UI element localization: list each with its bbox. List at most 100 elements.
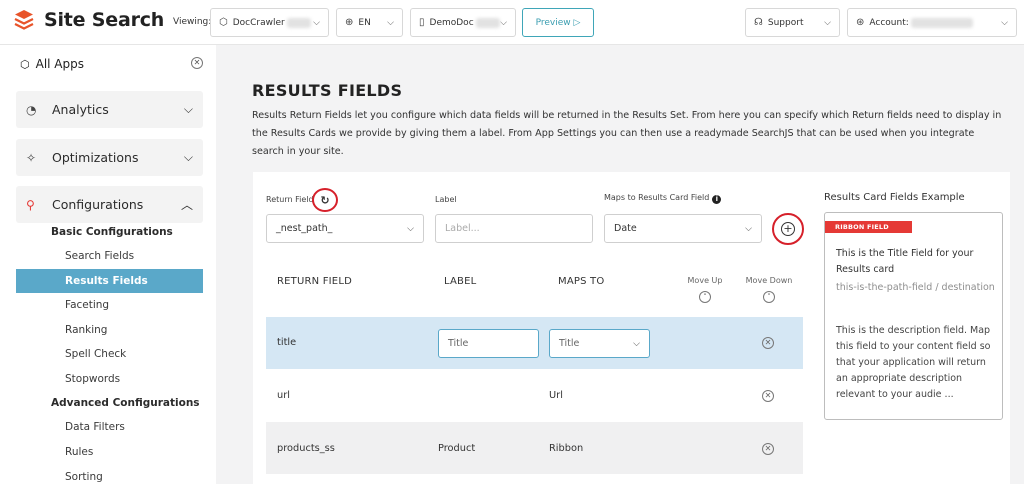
language-select[interactable]: ⊕ EN ⌵ [336,8,403,37]
sidebar-item-analytics[interactable]: ◔ Analytics ⌵ [16,91,203,128]
example-path-field: this-is-the-path-field / destination [836,282,995,293]
row-maps-to: Ribbon [549,443,584,454]
sidebar-item-results-fields[interactable]: Results Fields [16,269,203,293]
sidebar-item-label: Optimizations [52,150,139,165]
sidebar-item-spell-check[interactable]: Spell Check [16,342,203,366]
return-field-select-value: _nest_path_ [276,223,333,234]
chevron-down-icon: ⌵ [745,223,752,234]
row-maps-to-value: Title [559,338,580,349]
column-header-move-down: Move Down [745,276,793,285]
chevron-up-circle-icon: ˄ [699,291,711,303]
remove-row-icon[interactable]: ✕ [762,390,774,402]
sidebar-item-data-filters[interactable]: Data Filters [16,415,203,439]
redacted-text [910,17,973,28]
ribbon-field: RIBBON FIELD [825,221,912,233]
row-return-field: title [277,337,297,348]
preview-button[interactable]: Preview ▷ [522,8,594,37]
brand[interactable]: Site Search [14,9,164,31]
account-label: Account: [869,17,909,28]
support-label: Support [767,17,804,28]
search-icon: ⚲ [26,197,35,212]
sidebar-item-label: Analytics [52,102,109,117]
redacted-text [475,17,501,28]
maps-field-label: Maps to Results Card Field i [604,193,722,204]
maps-to-select-value: Date [614,223,637,234]
document-icon: ▯ [419,17,425,28]
site-search-logo-icon [14,10,34,30]
page-description: Results Return Fields let you configure … [252,110,1002,157]
globe-icon: ⊕ [345,17,354,28]
maps-field-label-text: Maps to Results Card Field [604,193,710,202]
remove-row-icon[interactable]: ✕ [762,337,774,349]
info-icon[interactable]: i [712,195,722,204]
advanced-configurations-heading: Advanced Configurations [51,397,200,409]
language-select-value: EN [358,17,371,28]
row-return-field: url [277,390,290,401]
cube-icon: ⬡ [219,17,228,28]
example-heading: Results Card Fields Example [824,192,965,203]
all-apps-link[interactable]: ⬡ All Apps [20,57,84,71]
sidebar-item-ranking[interactable]: Ranking [16,318,203,342]
chevron-down-icon: ⌵ [1001,17,1008,28]
chevron-up-icon: ︿ [180,198,193,212]
plus-circle-icon: + [781,222,795,236]
column-header-maps-to: MAPS TO [558,276,605,287]
remove-row-icon[interactable]: ✕ [762,443,774,455]
chevron-down-icon: ⌵ [183,150,193,164]
results-card-example: RIBBON FIELD This is the Title Field for… [824,212,1003,420]
sidebar-item-faceting[interactable]: Faceting [16,293,203,317]
environment-select[interactable]: ▯ DemoDoc ⌵ [410,8,516,37]
chevron-down-circle-icon: ˅ [763,291,775,303]
row-maps-to: Url [549,390,563,401]
all-apps-label: All Apps [35,57,84,71]
redacted-text [286,17,311,28]
chevron-down-icon: ⌵ [824,17,831,28]
cube-icon: ⬡ [20,57,30,71]
sidebar-item-label: Configurations [52,197,144,212]
sidebar-item-sorting[interactable]: Sorting [16,465,203,484]
headset-icon: ☊ [754,17,763,28]
refresh-icon[interactable]: ↻ [312,188,338,212]
close-icon[interactable]: ✕ [191,57,203,69]
example-title-field: This is the Title Field for your Results… [836,248,974,275]
basic-configurations-heading: Basic Configurations [51,226,173,238]
return-field-label: Return Field [266,195,314,204]
chevron-down-icon: ⌵ [183,102,193,116]
add-field-button[interactable]: + [772,213,804,245]
row-label: Product [438,443,476,454]
top-bar: Site Search Viewing: ⬡ DocCrawler ⌵ ⊕ EN… [0,0,1024,45]
sidebar-item-search-fields[interactable]: Search Fields [16,244,203,268]
sidebar-item-configurations[interactable]: ⚲ Configurations ︿ [16,186,203,223]
table-row[interactable] [266,369,803,421]
brand-title: Site Search [44,9,165,31]
column-header-move-up: Move Up [687,276,723,285]
support-menu[interactable]: ☊ Support ⌵ [745,8,840,37]
return-field-select[interactable]: _nest_path_ ⌵ [266,214,424,243]
sidebar-item-stopwords[interactable]: Stopwords [16,367,203,391]
row-return-field: products_ss [277,443,335,454]
environment-select-value: DemoDoc [429,17,474,28]
app-select[interactable]: ⬡ DocCrawler ⌵ [210,8,329,37]
sidebar-item-rules[interactable]: Rules [16,440,203,464]
page-title: RESULTS FIELDS [252,81,403,100]
column-header-return-field: RETURN FIELD [277,276,352,287]
example-description-field: This is the description field. Map this … [836,325,991,400]
sparkle-icon: ✧ [26,150,37,165]
account-menu[interactable]: ⊛ Account: ⌵ [847,8,1017,37]
chevron-down-icon: ⌵ [500,17,507,28]
label-field-label: Label [435,195,457,204]
pie-chart-icon: ◔ [26,102,37,117]
app-select-value: DocCrawler [232,17,285,28]
chevron-down-icon: ⌵ [407,223,414,234]
row-label-input[interactable]: Title [438,329,539,358]
row-maps-to-select[interactable]: Title ⌵ [549,329,650,358]
table-row[interactable] [266,422,803,474]
chevron-down-icon: ⌵ [387,17,394,28]
chevron-down-icon: ⌵ [313,17,320,28]
maps-to-select[interactable]: Date ⌵ [604,214,762,243]
viewing-label: Viewing: [173,17,212,27]
chevron-down-icon: ⌵ [633,338,640,349]
sidebar-item-optimizations[interactable]: ✧ Optimizations ⌵ [16,139,203,176]
label-input[interactable]: Label... [435,214,593,243]
column-header-label: LABEL [444,276,477,287]
